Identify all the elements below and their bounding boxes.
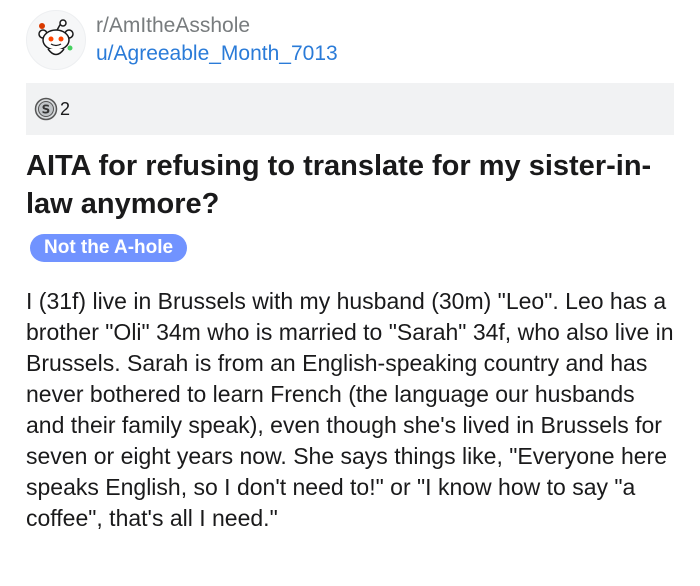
- post-body: I (31f) live in Brussels with my husband…: [26, 288, 674, 531]
- snoo-avatar-icon[interactable]: [26, 10, 86, 70]
- silver-award-icon: S: [34, 97, 58, 121]
- post-header: r/AmItheAsshole u/Agreeable_Month_7013: [26, 10, 338, 70]
- award-count: 2: [60, 98, 71, 119]
- awards-bar[interactable]: S 2: [26, 83, 674, 135]
- subreddit-link[interactable]: r/AmItheAsshole: [96, 13, 338, 39]
- svg-text:S: S: [42, 103, 51, 117]
- post-title[interactable]: AITA for refusing to translate for my si…: [26, 147, 676, 223]
- post-flair[interactable]: Not the A-hole: [30, 234, 188, 262]
- post-meta: r/AmItheAsshole u/Agreeable_Month_7013: [96, 13, 338, 67]
- author-link[interactable]: u/Agreeable_Month_7013: [96, 41, 338, 67]
